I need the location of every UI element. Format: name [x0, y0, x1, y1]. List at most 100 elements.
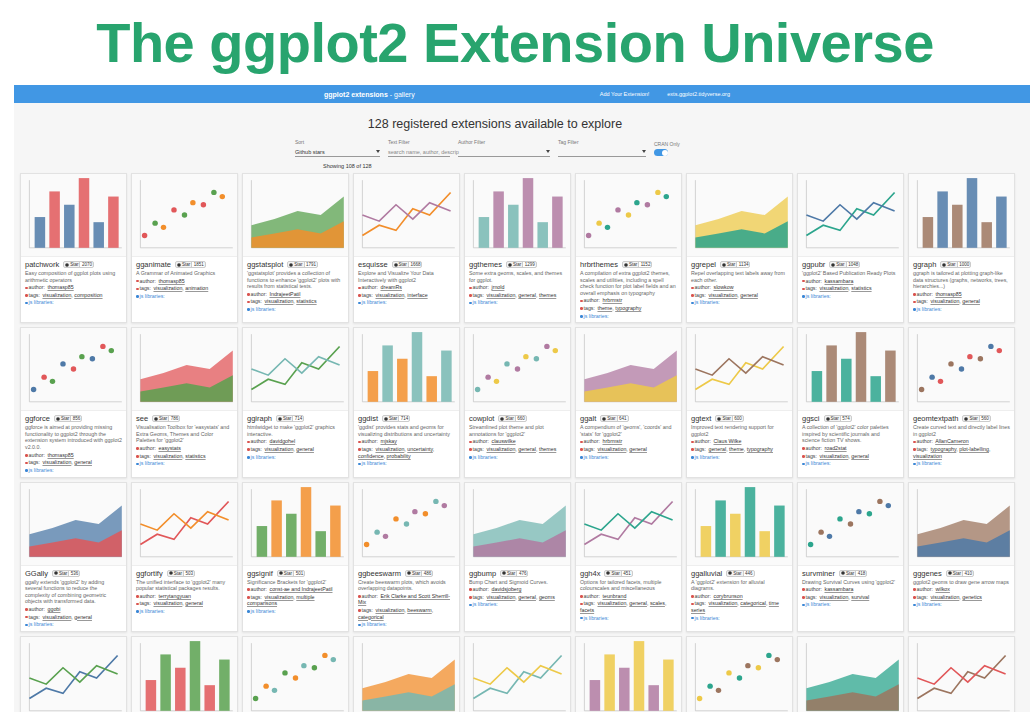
author-link[interactable]: thomasp85	[47, 452, 73, 458]
author-link[interactable]: kassambara	[824, 278, 853, 284]
extension-name[interactable]: ggpubr	[802, 260, 825, 269]
author-link[interactable]: hrbrmstr	[602, 297, 622, 303]
thumbnail-plot[interactable]	[687, 328, 792, 411]
extension-card[interactable]	[797, 636, 904, 712]
extension-name[interactable]: ggtext	[691, 414, 711, 423]
tag-link[interactable]: beeswarm	[407, 607, 431, 613]
extension-card[interactable]: ggbeeswarm Star 486 Create beeswarm plot…	[353, 482, 460, 632]
star-badge[interactable]: Star 503	[167, 570, 195, 577]
star-badge[interactable]: Star 536	[52, 570, 80, 577]
star-badge[interactable]: Star 1851	[175, 261, 206, 268]
thumbnail-plot[interactable]	[354, 328, 459, 411]
cran-toggle[interactable]	[654, 149, 668, 156]
author-link[interactable]: davidgohel	[269, 438, 295, 444]
extension-card[interactable]: ggalt Star 641 A compendium of 'geoms', …	[575, 327, 682, 477]
extension-card[interactable]	[464, 636, 571, 712]
tag-link[interactable]: uncertainty	[407, 446, 433, 452]
star-badge[interactable]: Star 574	[824, 415, 852, 422]
thumbnail-plot[interactable]	[132, 328, 237, 411]
extension-card[interactable]	[575, 636, 682, 712]
tag-link[interactable]: general	[185, 600, 203, 606]
extension-card[interactable]: ggraph Star 1000 ggraph is tailored at p…	[908, 173, 1015, 323]
extension-card[interactable]	[20, 636, 127, 712]
nav-link[interactable]: Add Your Extension!	[600, 91, 650, 97]
tag-link[interactable]: visualization	[375, 607, 404, 613]
thumbnail-plot[interactable]	[465, 174, 570, 257]
tag-link[interactable]: visualization	[930, 298, 959, 304]
tag-link[interactable]: typography	[747, 446, 773, 452]
star-badge[interactable]: Star 501	[277, 570, 305, 577]
star-badge[interactable]: Star 714	[382, 415, 410, 422]
sort-filter[interactable]: Sort Github stars	[295, 139, 380, 157]
star-badge[interactable]: Star 446	[726, 570, 754, 577]
thumbnail-plot[interactable]	[21, 637, 126, 712]
tag-link[interactable]: visualization	[264, 298, 293, 304]
tag-link[interactable]: visualization	[42, 459, 71, 465]
thumbnail-plot[interactable]	[21, 174, 126, 257]
extension-name[interactable]: GGally	[25, 569, 48, 578]
extension-name[interactable]: ggrepel	[691, 260, 716, 269]
extension-card[interactable]: ggthemes Star 1299 Some extra geoms, sca…	[464, 173, 571, 323]
tag-link[interactable]: genetics	[962, 594, 982, 600]
extension-name[interactable]: ggsignif	[247, 569, 273, 578]
tag-link[interactable]: visualization	[375, 446, 404, 452]
star-badge[interactable]: Star 641	[600, 415, 628, 422]
tag-filter[interactable]: Tag Filter	[558, 139, 646, 157]
author-link[interactable]: mjskay	[380, 438, 396, 444]
tag-link[interactable]: general	[962, 298, 980, 304]
star-badge[interactable]: Star 451	[604, 570, 632, 577]
star-badge[interactable]: Star 418	[839, 570, 867, 577]
tag-link[interactable]: general	[518, 292, 536, 298]
thumbnail-plot[interactable]	[687, 483, 792, 566]
extension-name[interactable]: survminer	[802, 569, 835, 578]
tag-link[interactable]: visualization	[375, 292, 404, 298]
extension-name[interactable]: ggstatsplot	[247, 260, 283, 269]
tag-link[interactable]: survival	[851, 594, 869, 600]
extension-name[interactable]: cowplot	[469, 414, 494, 423]
tag-link[interactable]: facets	[580, 607, 594, 613]
author-link[interactable]: corybrunson	[713, 593, 742, 599]
author-link[interactable]: thomasp85	[47, 284, 73, 290]
thumbnail-plot[interactable]	[909, 637, 1014, 712]
star-badge[interactable]: Star 660	[498, 415, 526, 422]
tag-link[interactable]: visualization	[597, 600, 626, 606]
extension-card[interactable]: ggbump Star 476 Bump Chart and Sigmoid C…	[464, 482, 571, 632]
author-filter[interactable]: Author Filter	[458, 139, 550, 157]
extension-card[interactable]: ggtext Star 600 Improved text rendering …	[686, 327, 793, 477]
thumbnail-plot[interactable]	[909, 328, 1014, 411]
extension-card[interactable]	[353, 636, 460, 712]
extension-name[interactable]: ggh4x	[580, 569, 600, 578]
tag-link[interactable]: confidence	[358, 453, 384, 459]
thumbnail-plot[interactable]	[132, 483, 237, 566]
star-badge[interactable]: Star 1000	[940, 261, 971, 268]
author-link[interactable]: Claus Wilke	[713, 438, 741, 444]
extension-card[interactable]: esquisse Star 1668 Explore and Visualize…	[353, 173, 460, 323]
thumbnail-plot[interactable]	[243, 483, 348, 566]
nav-link[interactable]: exts.ggplot2.tidyverse.org	[667, 91, 730, 97]
extension-name[interactable]: ggthemes	[469, 260, 502, 269]
extension-card[interactable]: ggstatsplot Star 1791 'ggstatsplot' prov…	[242, 173, 349, 323]
thumbnail-plot[interactable]	[354, 174, 459, 257]
star-badge[interactable]: Star 714	[276, 415, 304, 422]
tag-link[interactable]: general	[708, 446, 726, 452]
tag-link[interactable]: visualization	[708, 600, 737, 606]
tag-link[interactable]: visualization	[486, 446, 515, 452]
extension-name[interactable]: see	[136, 414, 148, 423]
star-badge[interactable]: Star 486	[405, 570, 433, 577]
tag-link[interactable]: visualization	[486, 292, 515, 298]
tag-link[interactable]: visualization	[264, 594, 293, 600]
tag-link[interactable]: visualization	[913, 453, 942, 459]
extension-card[interactable]	[131, 636, 238, 712]
tag-link[interactable]: plot-labelling	[959, 446, 989, 452]
tag-link[interactable]: themes	[539, 446, 556, 452]
tag-link[interactable]: visualization	[597, 446, 626, 452]
author-link[interactable]: easystats	[158, 445, 180, 451]
extension-name[interactable]: esquisse	[358, 260, 388, 269]
extension-card[interactable]: hrbrthemes Star 1152 A compilation of ex…	[575, 173, 682, 323]
extension-card[interactable]: survminer Star 418 Drawing Survival Curv…	[797, 482, 904, 632]
extension-card[interactable]: patchwork Star 2070 Easy composition of …	[20, 173, 127, 323]
extension-card[interactable]: ggpubr Star 1048 'ggplot2' Based Publica…	[797, 173, 904, 323]
tag-link[interactable]: visualization	[819, 285, 848, 291]
tag-link[interactable]: general	[629, 600, 647, 606]
text-filter[interactable]: Text Filter search name, author, descrip	[388, 139, 450, 157]
